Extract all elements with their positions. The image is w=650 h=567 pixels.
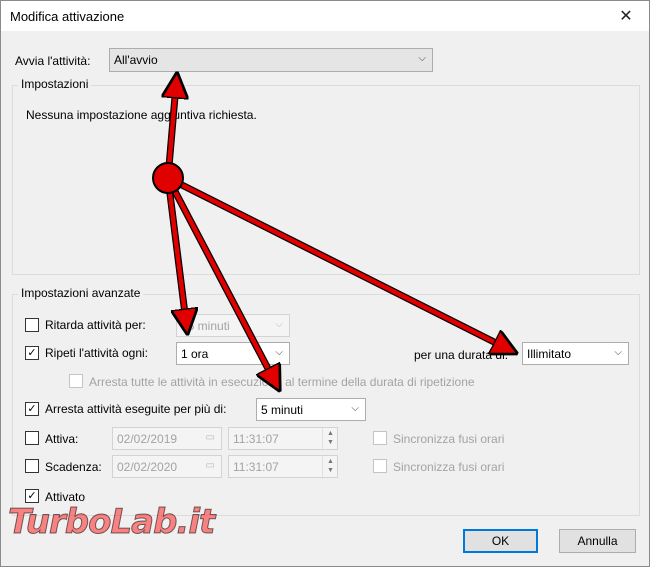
stop-longer-label: Arresta attività eseguite per più di: xyxy=(45,402,227,416)
stop-longer-checkbox[interactable]: ✓ xyxy=(25,402,39,416)
expire-time[interactable]: 11:31:07 ▲ ▼ xyxy=(228,455,338,479)
repeat-label: Ripeti l'attività ogni: xyxy=(45,346,149,360)
close-icon: ✕ xyxy=(619,8,633,25)
activate-sync-checkbox[interactable] xyxy=(373,431,387,445)
spin-up-icon: ▲ xyxy=(327,430,334,437)
trigger-label: Avvia l'attività: xyxy=(15,54,91,68)
repeat-select[interactable]: 1 ora ⌵ xyxy=(176,342,290,365)
duration-label: per una durata di: xyxy=(414,348,509,362)
time-spinner[interactable]: ▲ ▼ xyxy=(322,428,337,451)
settings-text: Nessuna impostazione aggiuntiva richiest… xyxy=(26,108,257,122)
checkmark-icon: ✓ xyxy=(27,346,37,359)
activate-date[interactable]: 02/02/2019 ▭ xyxy=(112,427,222,450)
stop-longer-select[interactable]: 5 minuti ⌵ xyxy=(256,398,366,421)
duration-select[interactable]: Illimitato ⌵ xyxy=(522,342,629,365)
stop-all-checkbox[interactable] xyxy=(69,374,83,388)
expire-date[interactable]: 02/02/2020 ▭ xyxy=(112,455,222,478)
chevron-down-icon: ⌵ xyxy=(418,53,426,64)
activate-label: Attiva: xyxy=(45,432,79,446)
delay-select[interactable]: 15 minuti ⌵ xyxy=(176,314,290,337)
expire-date-value: 02/02/2020 xyxy=(117,460,178,474)
window-title: Modifica attivazione xyxy=(10,9,125,24)
activate-time[interactable]: 11:31:07 ▲ ▼ xyxy=(228,427,338,451)
stop-longer-select-value: 5 minuti xyxy=(261,403,304,417)
chevron-down-icon: ⌵ xyxy=(275,347,283,358)
ok-button[interactable]: OK xyxy=(463,529,538,553)
expire-time-value: 11:31:07 xyxy=(233,460,279,474)
trigger-select[interactable]: All'avvio ⌵ xyxy=(109,48,433,72)
settings-group-title: Impostazioni xyxy=(18,77,92,91)
enabled-checkbox[interactable]: ✓ xyxy=(25,489,39,503)
calendar-icon: ▭ xyxy=(205,432,215,443)
chevron-down-icon: ⌵ xyxy=(275,319,283,330)
activate-time-value: 11:31:07 xyxy=(233,432,279,446)
spin-down-icon: ▼ xyxy=(327,439,334,446)
cancel-button[interactable]: Annulla xyxy=(559,529,636,553)
calendar-icon: ▭ xyxy=(205,460,215,471)
chevron-down-icon: ⌵ xyxy=(351,403,359,414)
expire-sync-checkbox[interactable] xyxy=(373,459,387,473)
repeat-select-value: 1 ora xyxy=(181,347,209,361)
checkmark-icon: ✓ xyxy=(27,489,37,502)
stop-all-label: Arresta tutte le attività in esecuzione … xyxy=(89,375,475,389)
checkmark-icon: ✓ xyxy=(27,402,37,415)
repeat-checkbox[interactable]: ✓ xyxy=(25,346,39,360)
delay-checkbox[interactable] xyxy=(25,318,39,332)
chevron-down-icon: ⌵ xyxy=(614,347,622,358)
cancel-button-label: Annulla xyxy=(577,534,618,548)
edit-trigger-dialog: Modifica attivazione ✕ Avvia l'attività:… xyxy=(0,0,650,567)
activate-date-value: 02/02/2019 xyxy=(117,432,178,446)
activate-sync-label: Sincronizza fusi orari xyxy=(393,432,505,446)
expire-checkbox[interactable] xyxy=(25,459,39,473)
ok-button-label: OK xyxy=(491,534,510,548)
close-button[interactable]: ✕ xyxy=(603,1,649,31)
title-bar: Modifica attivazione ✕ xyxy=(1,1,649,31)
delay-select-value: 15 minuti xyxy=(181,319,230,333)
spin-up-icon: ▲ xyxy=(327,458,334,465)
advanced-group-title: Impostazioni avanzate xyxy=(18,286,144,300)
turbolab-watermark: TurboLab.it xyxy=(7,502,215,543)
expire-sync-label: Sincronizza fusi orari xyxy=(393,460,505,474)
duration-select-value: Illimitato xyxy=(527,347,572,361)
activate-checkbox[interactable] xyxy=(25,431,39,445)
trigger-select-value: All'avvio xyxy=(114,53,158,67)
delay-label: Ritarda attività per: xyxy=(45,318,146,332)
expire-label: Scadenza: xyxy=(45,460,102,474)
spin-down-icon: ▼ xyxy=(327,467,334,474)
time-spinner[interactable]: ▲ ▼ xyxy=(322,456,337,479)
